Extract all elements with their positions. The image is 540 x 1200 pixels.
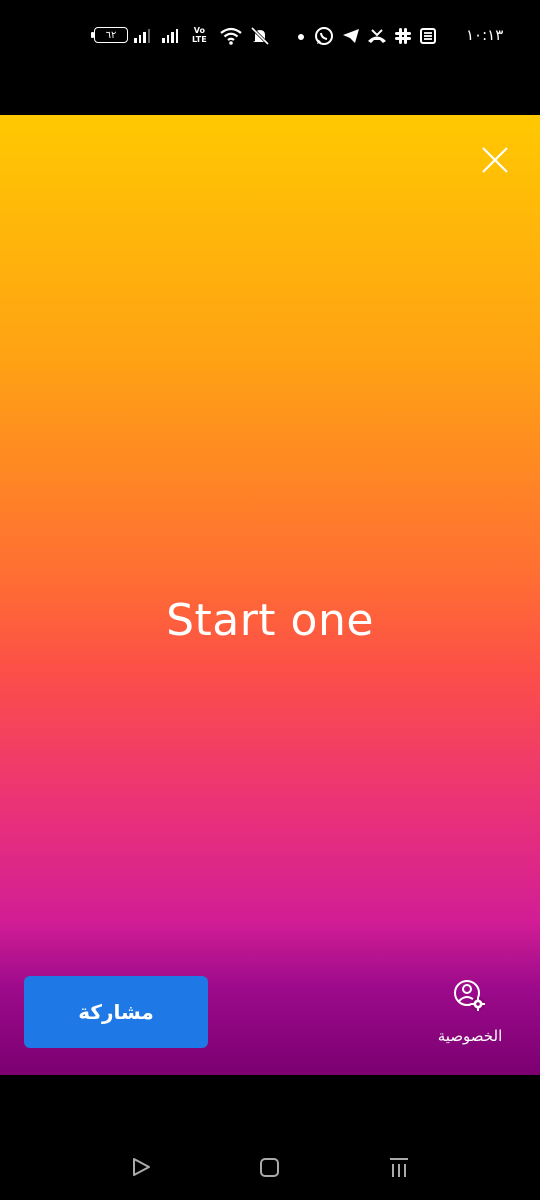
back-icon bbox=[133, 1158, 150, 1176]
mute-icon bbox=[248, 26, 272, 46]
status-bar: ٦٢ Vo LTE ١٠:١٣ bbox=[0, 0, 540, 115]
dot-icon bbox=[298, 34, 304, 40]
home-icon bbox=[260, 1158, 279, 1177]
battery-icon: ٦٢ bbox=[91, 27, 128, 43]
recents-button[interactable] bbox=[386, 1155, 412, 1179]
slack-icon bbox=[394, 26, 412, 46]
privacy-button[interactable]: الخصوصية bbox=[425, 978, 515, 1050]
back-button[interactable] bbox=[128, 1155, 154, 1179]
share-button[interactable]: مشاركة bbox=[24, 976, 208, 1048]
privacy-settings-icon bbox=[454, 980, 485, 1011]
privacy-label: الخصوصية bbox=[437, 1027, 503, 1045]
story-text: Start one bbox=[166, 595, 374, 646]
missed-call-icon bbox=[366, 26, 388, 46]
battery-level: ٦٢ bbox=[105, 29, 117, 41]
whatsapp-icon bbox=[314, 26, 334, 46]
clock: ١٠:١٣ bbox=[466, 26, 504, 44]
news-icon bbox=[419, 26, 437, 46]
signal-icon bbox=[162, 26, 178, 46]
close-icon bbox=[482, 147, 508, 173]
telegram-icon bbox=[341, 26, 361, 46]
signal-icon bbox=[134, 26, 150, 46]
recents-icon bbox=[390, 1158, 408, 1177]
home-button[interactable] bbox=[257, 1155, 283, 1179]
volte-top-label: Vo bbox=[193, 26, 205, 35]
volte-icon: Vo LTE bbox=[192, 25, 207, 45]
volte-bottom-label: LTE bbox=[192, 35, 207, 44]
close-button[interactable] bbox=[480, 145, 510, 175]
navigation-bar bbox=[0, 1075, 540, 1200]
wifi-icon bbox=[219, 26, 243, 46]
